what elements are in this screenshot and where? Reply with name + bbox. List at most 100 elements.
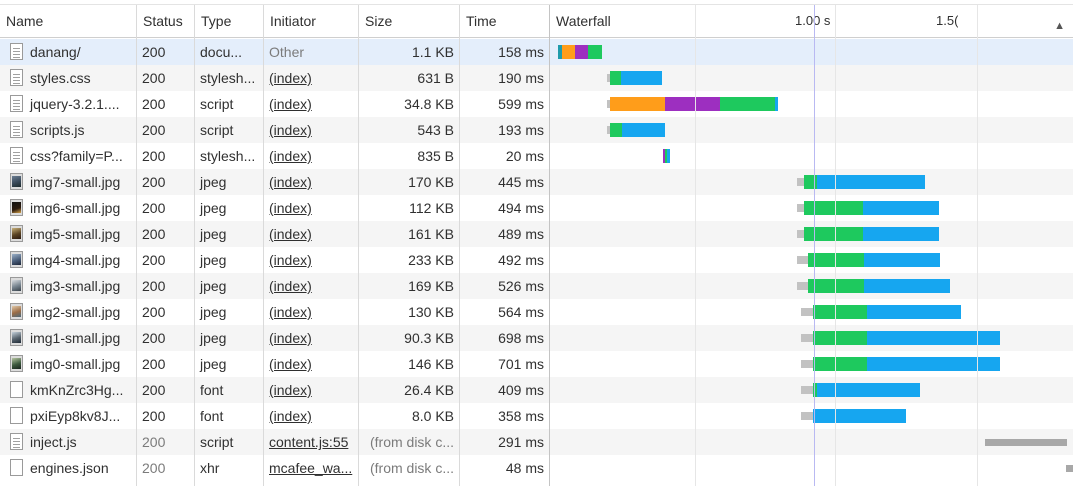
- timing-bar-waiting: [804, 201, 863, 215]
- waterfall-timing[interactable]: [550, 429, 1073, 455]
- request-row[interactable]: img5-small.jpg 200 jpeg (index) 161 KB 489 ms: [0, 221, 1073, 247]
- request-time: 48 ms: [505, 460, 544, 476]
- waterfall-timing[interactable]: [550, 351, 1073, 377]
- request-row[interactable]: styles.css 200 stylesh... (index) 631 B 190 m…: [0, 65, 1073, 91]
- request-initiator[interactable]: (index): [264, 221, 359, 247]
- request-size: 233 KB: [408, 252, 454, 268]
- request-initiator[interactable]: content.js:55: [264, 429, 359, 455]
- request-row[interactable]: img3-small.jpg 200 jpeg (index) 169 KB 526 ms: [0, 273, 1073, 299]
- column-divider[interactable]: [358, 5, 359, 486]
- request-status: 200: [142, 174, 166, 190]
- column-header-time[interactable]: Time: [460, 5, 550, 37]
- waterfall-timing[interactable]: [550, 65, 1073, 91]
- request-row[interactable]: kmKnZrc3Hg... 200 font (index) 26.4 KB 409 ms: [0, 377, 1073, 403]
- column-divider[interactable]: [136, 5, 137, 486]
- request-initiator[interactable]: (index): [264, 247, 359, 273]
- request-initiator[interactable]: (index): [264, 117, 359, 143]
- request-row[interactable]: img7-small.jpg 200 jpeg (index) 170 KB 445 ms: [0, 169, 1073, 195]
- column-divider[interactable]: [194, 5, 195, 486]
- timing-bar-queue: [797, 178, 804, 186]
- timing-bar-connect: [562, 45, 575, 59]
- request-time: 20 ms: [505, 148, 544, 164]
- request-type: docu...: [200, 44, 243, 60]
- waterfall-timing[interactable]: [550, 299, 1073, 325]
- request-initiator[interactable]: (index): [264, 403, 359, 429]
- request-size: 26.4 KB: [404, 382, 454, 398]
- column-header-type[interactable]: Type: [195, 5, 264, 37]
- timing-bar-download: [863, 227, 939, 241]
- request-status: 200: [142, 434, 166, 450]
- request-name: img7-small.jpg: [30, 174, 121, 190]
- request-initiator[interactable]: (index): [264, 169, 359, 195]
- request-row[interactable]: img2-small.jpg 200 jpeg (index) 130 KB 564 ms: [0, 299, 1073, 325]
- request-row[interactable]: pxiEyp8kv8J... 200 font (index) 8.0 KB 358 ms: [0, 403, 1073, 429]
- request-status: 200: [142, 70, 166, 86]
- network-requests-table: Name Status Type Initiator Size Time Wat…: [0, 0, 1073, 486]
- request-initiator[interactable]: (index): [264, 195, 359, 221]
- request-status: 200: [142, 44, 166, 60]
- request-initiator[interactable]: mcafee_wa...: [264, 455, 359, 481]
- column-header-waterfall[interactable]: Waterfall: [550, 5, 750, 37]
- column-header-initiator[interactable]: Initiator: [264, 5, 359, 37]
- timing-bar-queue: [801, 412, 813, 420]
- request-row[interactable]: inject.js 200 script content.js:55 (from dis…: [0, 429, 1073, 455]
- request-name: img0-small.jpg: [30, 356, 121, 372]
- waterfall-timing[interactable]: [550, 39, 1073, 65]
- waterfall-timing[interactable]: [550, 403, 1073, 429]
- waterfall-tick-label: 1.5(: [936, 13, 958, 28]
- request-initiator[interactable]: (index): [264, 273, 359, 299]
- waterfall-timing[interactable]: [550, 117, 1073, 143]
- request-status: 200: [142, 96, 166, 112]
- waterfall-grid-line: [977, 5, 978, 486]
- waterfall-timing[interactable]: [550, 273, 1073, 299]
- request-row[interactable]: img1-small.jpg 200 jpeg (index) 90.3 KB 698 m…: [0, 325, 1073, 351]
- timing-bar-waiting: [813, 357, 867, 371]
- column-header-size[interactable]: Size: [359, 5, 460, 37]
- timing-bar-download: [864, 253, 940, 267]
- waterfall-timing[interactable]: [550, 143, 1073, 169]
- request-row[interactable]: img6-small.jpg 200 jpeg (index) 112 KB 494 ms: [0, 195, 1073, 221]
- request-size: 112 KB: [409, 200, 454, 216]
- table-header: Name Status Type Initiator Size Time Wat…: [0, 5, 1073, 38]
- sort-ascending-icon[interactable]: ▲: [1054, 10, 1065, 42]
- waterfall-timing[interactable]: [550, 455, 1073, 481]
- column-header-status[interactable]: Status: [137, 5, 195, 37]
- timing-bar-waiting: [588, 45, 602, 59]
- waterfall-timing[interactable]: [550, 221, 1073, 247]
- timing-bar-download: [813, 409, 906, 423]
- waterfall-timing[interactable]: [550, 325, 1073, 351]
- request-initiator[interactable]: (index): [264, 377, 359, 403]
- request-row[interactable]: danang/200 docu... Other 1.1 KB 158 ms: [0, 39, 1073, 65]
- request-row[interactable]: jquery-3.2.1.... 200 script (index) 34.8 KB 5…: [0, 91, 1073, 117]
- request-row[interactable]: engines.json 200 xhr mcafee_wa... (from disk…: [0, 455, 1073, 481]
- request-size: 146 KB: [408, 356, 454, 372]
- timing-bar-download: [622, 123, 665, 137]
- request-row[interactable]: img4-small.jpg 200 jpeg (index) 233 KB 492 ms: [0, 247, 1073, 273]
- request-initiator[interactable]: (index): [264, 143, 359, 169]
- request-initiator[interactable]: (index): [264, 325, 359, 351]
- request-initiator[interactable]: (index): [264, 351, 359, 377]
- waterfall-timing[interactable]: [550, 195, 1073, 221]
- request-initiator[interactable]: (index): [264, 91, 359, 117]
- request-size: 1.1 KB: [411, 44, 454, 60]
- request-initiator[interactable]: (index): [264, 65, 359, 91]
- column-header-name[interactable]: Name: [0, 5, 137, 37]
- request-size: (from disk c...: [369, 434, 454, 450]
- column-divider[interactable]: [549, 5, 550, 486]
- request-row[interactable]: img0-small.jpg 200 jpeg (index) 146 KB 701 ms: [0, 351, 1073, 377]
- waterfall-timing[interactable]: [550, 377, 1073, 403]
- request-row[interactable]: css?family=P... 200 stylesh... (index) 835 B…: [0, 143, 1073, 169]
- request-status: 200: [142, 304, 166, 320]
- request-type: jpeg: [200, 356, 227, 372]
- waterfall-timing[interactable]: [550, 91, 1073, 117]
- request-initiator[interactable]: (index): [264, 299, 359, 325]
- request-time: 492 ms: [498, 252, 544, 268]
- waterfall-timing[interactable]: [550, 247, 1073, 273]
- request-size: 34.8 KB: [404, 96, 454, 112]
- timing-bar-waiting: [808, 253, 864, 267]
- column-divider[interactable]: [263, 5, 264, 486]
- column-divider[interactable]: [459, 5, 460, 486]
- request-row[interactable]: scripts.js 200 script (index) 543 B 193 ms: [0, 117, 1073, 143]
- waterfall-timing[interactable]: [550, 169, 1073, 195]
- timing-bar-queue: [801, 308, 813, 316]
